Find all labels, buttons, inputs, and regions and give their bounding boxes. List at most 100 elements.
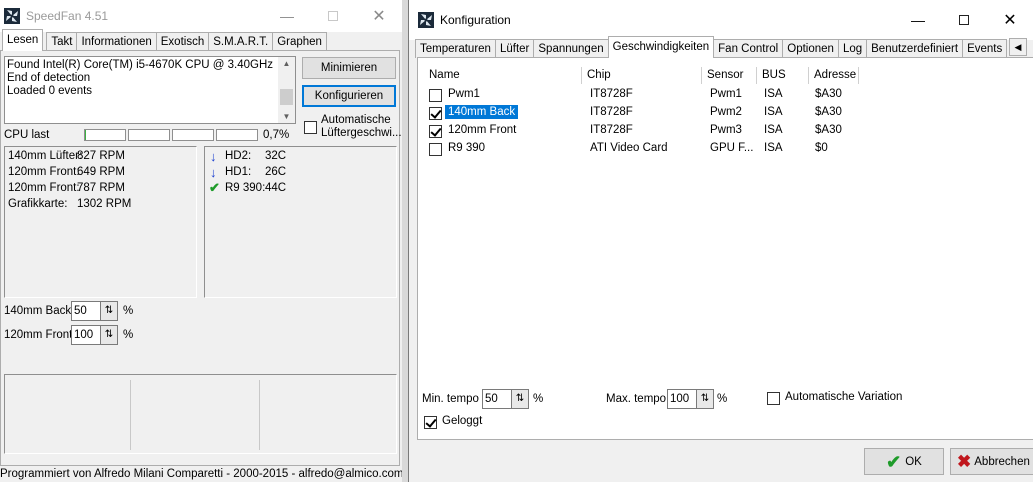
tab-benutzerdefiniert[interactable]: Benutzerdefiniert — [866, 39, 964, 58]
row-address: $A30 — [815, 88, 842, 100]
speedfan-tabs: Lesen Takt Informationen Exotisch S.M.A.… — [2, 29, 327, 51]
speed-control-unit: % — [123, 329, 134, 341]
tab-exotisch[interactable]: Exotisch — [155, 32, 210, 51]
tab-takt[interactable]: Takt — [46, 32, 78, 51]
close-window-button[interactable]: ✕ — [987, 0, 1033, 40]
row-checkbox[interactable] — [429, 125, 442, 138]
auto-fan-speed-checkbox[interactable] — [304, 121, 317, 134]
minimize-button[interactable]: Minimieren — [302, 57, 396, 79]
temp-name: HD1: — [225, 166, 252, 178]
speedfan-title: SpeedFan 4.51 — [26, 9, 109, 23]
checkmark-icon: ✔ — [886, 451, 902, 472]
speedfan-fan-icon — [4, 8, 20, 24]
cancel-button[interactable]: ✖ Abbrechen — [950, 448, 1033, 475]
speed-control-value[interactable]: 50 — [71, 301, 101, 321]
minimize-icon: — — [280, 8, 294, 24]
maximize-window-button[interactable] — [310, 0, 356, 32]
temp-name: R9 390: — [225, 182, 266, 194]
row-checkbox[interactable] — [429, 107, 442, 120]
max-tempo-value[interactable]: 100 — [667, 389, 697, 409]
row-chip: IT8728F — [590, 106, 633, 118]
log-scrollbar[interactable]: ▲ ▼ — [278, 57, 295, 123]
configuration-titlebar[interactable]: Konfiguration — ✕ — [409, 0, 1033, 40]
logged-checkbox[interactable] — [424, 416, 437, 429]
max-tempo-spinner: 100 ⇅ — [667, 389, 714, 409]
speed-control-120mm-front: 100 ⇅ — [71, 325, 118, 345]
tab-scroll-buttons: ◀ — [1009, 38, 1033, 56]
row-checkbox[interactable] — [429, 89, 442, 102]
row-bus: ISA — [764, 106, 783, 118]
arrow-down-icon: ↓ — [210, 165, 217, 180]
tab-scroll-left-icon[interactable]: ◀ — [1009, 38, 1027, 56]
auto-variation-label: Automatische Variation — [785, 391, 903, 403]
speed-sensor-list: Name Chip Sensor BUS Adresse Pwm1 IT8728… — [424, 67, 1033, 380]
cancel-x-icon: ✖ — [957, 452, 972, 471]
ok-button[interactable]: ✔ OK — [864, 448, 944, 475]
tab-graphen[interactable]: Graphen — [272, 32, 327, 51]
row-chip: ATI Video Card — [590, 142, 668, 154]
tab-lesen[interactable]: Lesen — [2, 29, 44, 51]
cpu-usage-bar — [84, 129, 258, 141]
cpu-bar-segment — [216, 129, 258, 141]
auto-variation-checkbox[interactable] — [767, 392, 780, 405]
list-item[interactable]: R9 390 ATI Video Card GPU F... ISA $0 — [424, 140, 1033, 158]
column-header-address[interactable]: Adresse — [809, 67, 859, 84]
minimize-window-button[interactable]: — — [264, 0, 310, 32]
column-header-chip[interactable]: Chip — [582, 67, 702, 84]
tab-optionen[interactable]: Optionen — [782, 39, 839, 58]
speed-control-140mm-back: 50 ⇅ — [71, 301, 118, 321]
list-item[interactable]: 120mm Front IT8728F Pwm3 ISA $A30 — [424, 122, 1033, 140]
min-tempo-spinner: 50 ⇅ — [482, 389, 529, 409]
row-name: R9 390 — [448, 142, 486, 154]
close-icon: ✕ — [1003, 12, 1017, 29]
min-tempo-value[interactable]: 50 — [482, 389, 512, 409]
scroll-down-icon[interactable]: ▼ — [278, 112, 295, 121]
scroll-up-icon[interactable]: ▲ — [278, 59, 295, 68]
close-window-button[interactable]: ✕ — [356, 0, 402, 32]
fan-name: Grafikkarte: — [8, 198, 68, 210]
tab-fan-control[interactable]: Fan Control — [713, 39, 784, 58]
tab-luefter[interactable]: Lüfter — [494, 39, 535, 58]
row-name: 140mm Back — [445, 105, 519, 119]
tab-spannungen[interactable]: Spannungen — [533, 39, 609, 58]
max-tempo-unit: % — [717, 393, 728, 405]
speed-control-value[interactable]: 100 — [71, 325, 101, 345]
configuration-tabs: Temperaturen Lüfter Spannungen Geschwind… — [415, 36, 1008, 58]
tab-informationen[interactable]: Informationen — [76, 32, 157, 51]
row-checkbox[interactable] — [429, 143, 442, 156]
tab-temperaturen[interactable]: Temperaturen — [415, 39, 496, 58]
tab-log[interactable]: Log — [837, 39, 868, 58]
tab-geschwindigkeiten[interactable]: Geschwindigkeiten — [607, 36, 715, 58]
fan-name: 120mm Front: — [8, 182, 80, 194]
tab-events[interactable]: Events — [962, 39, 1008, 58]
maximize-window-button[interactable] — [941, 0, 987, 40]
temp-value: 44C — [265, 182, 287, 194]
speedfan-titlebar[interactable]: SpeedFan 4.51 — ✕ — [0, 0, 402, 32]
spin-updown-icon[interactable]: ⇅ — [512, 389, 529, 409]
fan-speed-panel: 140mm Lüfter: 827 RPM 120mm Front: 649 R… — [4, 146, 197, 298]
auto-fan-speed-label-2: Lüftergeschwi... — [321, 127, 402, 139]
spin-updown-icon[interactable]: ⇅ — [101, 325, 118, 345]
temp-value: 32C — [265, 150, 287, 162]
scroll-thumb[interactable] — [280, 89, 293, 105]
spin-updown-icon[interactable]: ⇅ — [697, 389, 714, 409]
fan-value: 649 RPM — [77, 166, 125, 178]
row-address: $A30 — [815, 106, 842, 118]
maximize-icon — [959, 15, 969, 25]
spin-updown-icon[interactable]: ⇅ — [101, 301, 118, 321]
tab-smart[interactable]: S.M.A.R.T. — [208, 32, 274, 51]
list-item-selected[interactable]: 140mm Back IT8728F Pwm2 ISA $A30 — [424, 104, 1033, 122]
cpu-usage-percent: 0,7% — [263, 129, 290, 141]
arrow-down-icon: ↓ — [210, 149, 217, 164]
fan-value: 1302 RPM — [77, 198, 132, 210]
configure-button[interactable]: Konfigurieren — [302, 85, 396, 107]
copyright-footer: Programmiert von Alfredo Milani Comparet… — [0, 468, 404, 480]
column-header-name[interactable]: Name — [424, 67, 582, 84]
list-item[interactable]: Pwm1 IT8728F Pwm1 ISA $A30 — [424, 86, 1033, 104]
column-header-sensor[interactable]: Sensor — [702, 67, 757, 84]
column-header-bus[interactable]: BUS — [757, 67, 809, 84]
min-tempo-label: Min. tempo — [422, 393, 479, 405]
speedfan-fan-icon — [418, 12, 434, 28]
cpu-bar-fill — [85, 130, 86, 140]
minimize-window-button[interactable]: — — [895, 0, 941, 40]
